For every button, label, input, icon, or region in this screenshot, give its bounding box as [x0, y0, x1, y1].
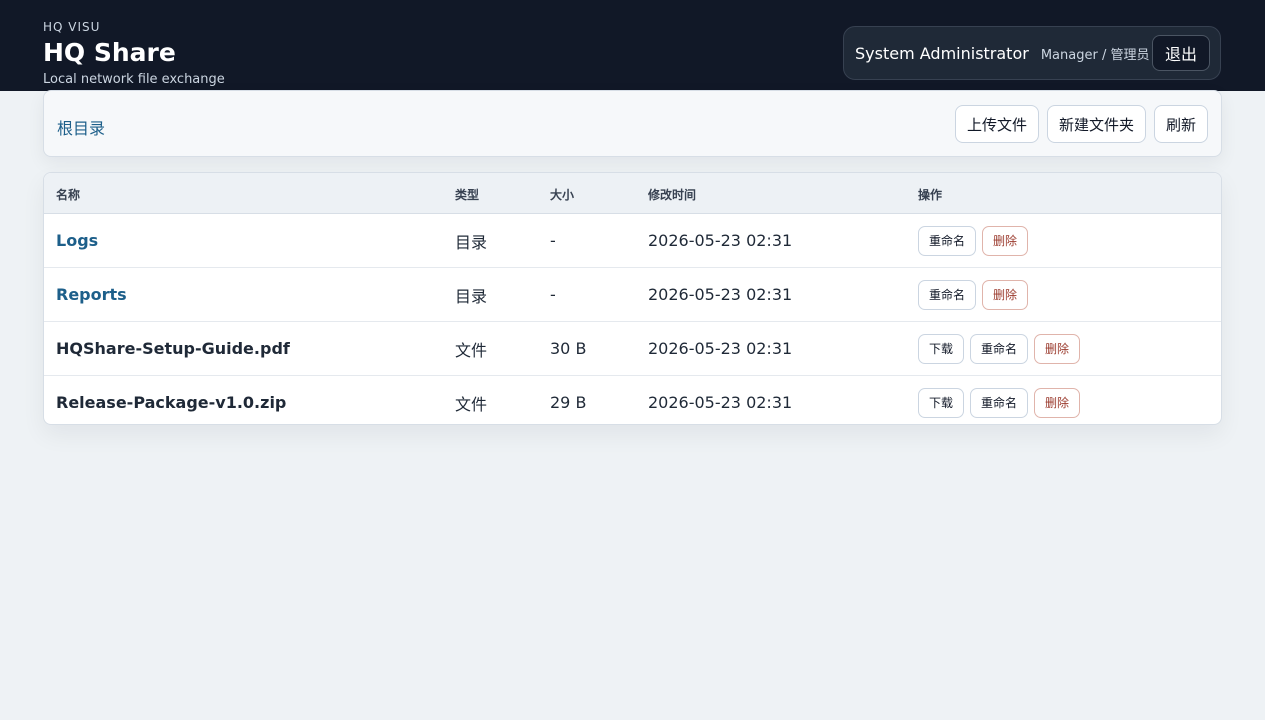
breadcrumb-root[interactable]: 根目录 [57, 115, 105, 139]
user-role: Manager / 管理员 [1040, 47, 1150, 63]
logout-button[interactable]: 退出 [1151, 35, 1210, 71]
row-size: 29 B [550, 393, 587, 412]
delete-button[interactable]: 删除 [982, 279, 1029, 310]
delete-button[interactable]: 删除 [1034, 387, 1081, 418]
row-size: - [550, 285, 556, 304]
download-button[interactable]: 下载 [918, 387, 965, 418]
refresh-button[interactable]: 刷新 [1153, 105, 1208, 143]
row-type: 目录 [455, 232, 488, 252]
app-subtitle: Local network file exchange [43, 72, 225, 87]
delete-button[interactable]: 删除 [1034, 333, 1081, 364]
row-type: 文件 [455, 340, 488, 360]
table-row: Release-Package-v1.0.zip 文件 29 B 2026-05… [44, 376, 1221, 424]
app-title: HQ Share [43, 38, 176, 67]
column-header-name: 名称 [56, 188, 81, 202]
row-modified: 2026-05-23 02:31 [648, 339, 793, 358]
table-row: Logs 目录 - 2026-05-23 02:31 重命名 删除 [44, 214, 1221, 268]
rename-button[interactable]: 重命名 [918, 279, 977, 310]
row-size: - [550, 231, 556, 250]
toolbar-actions: 上传文件 新建文件夹 刷新 [954, 105, 1208, 143]
file-toolbar: 根目录 上传文件 新建文件夹 刷新 [43, 90, 1222, 157]
row-modified: 2026-05-23 02:31 [648, 231, 793, 250]
app-header: HQ VISU HQ Share Local network file exch… [0, 0, 1265, 91]
file-name: Release-Package-v1.0.zip [56, 393, 287, 412]
row-modified: 2026-05-23 02:31 [648, 393, 793, 412]
row-type: 文件 [455, 394, 488, 414]
rename-button[interactable]: 重命名 [918, 225, 977, 256]
user-name: System Administrator [855, 43, 1029, 63]
rename-button[interactable]: 重命名 [970, 333, 1029, 364]
file-table: 名称 类型 大小 修改时间 操作 Logs 目录 - 2026-05-23 02… [43, 172, 1222, 425]
folder-name-link[interactable]: Reports [56, 268, 127, 321]
table-row: HQShare-Setup-Guide.pdf 文件 30 B 2026-05-… [44, 322, 1221, 376]
download-button[interactable]: 下载 [918, 333, 965, 364]
column-header-type: 类型 [455, 188, 480, 202]
delete-button[interactable]: 删除 [982, 225, 1029, 256]
rename-button[interactable]: 重命名 [970, 387, 1029, 418]
column-header-modified: 修改时间 [648, 188, 697, 202]
file-name: HQShare-Setup-Guide.pdf [56, 339, 290, 358]
row-actions: 下载 重命名 删除 [918, 322, 1081, 375]
row-modified: 2026-05-23 02:31 [648, 285, 793, 304]
row-actions: 下载 重命名 删除 [918, 376, 1081, 424]
new-folder-button[interactable]: 新建文件夹 [1046, 105, 1146, 143]
user-panel: System Administrator Manager / 管理员 退出 [843, 26, 1221, 80]
row-size: 30 B [550, 339, 587, 358]
table-row: Reports 目录 - 2026-05-23 02:31 重命名 删除 [44, 268, 1221, 322]
row-actions: 重命名 删除 [918, 214, 1029, 267]
row-actions: 重命名 删除 [918, 268, 1029, 321]
folder-name-link[interactable]: Logs [56, 214, 98, 267]
row-type: 目录 [455, 286, 488, 306]
brand-kicker: HQ VISU [43, 20, 101, 34]
column-header-size: 大小 [550, 188, 575, 202]
table-header: 名称 类型 大小 修改时间 操作 [44, 173, 1221, 214]
column-header-actions: 操作 [918, 188, 943, 202]
upload-file-button[interactable]: 上传文件 [954, 105, 1039, 143]
